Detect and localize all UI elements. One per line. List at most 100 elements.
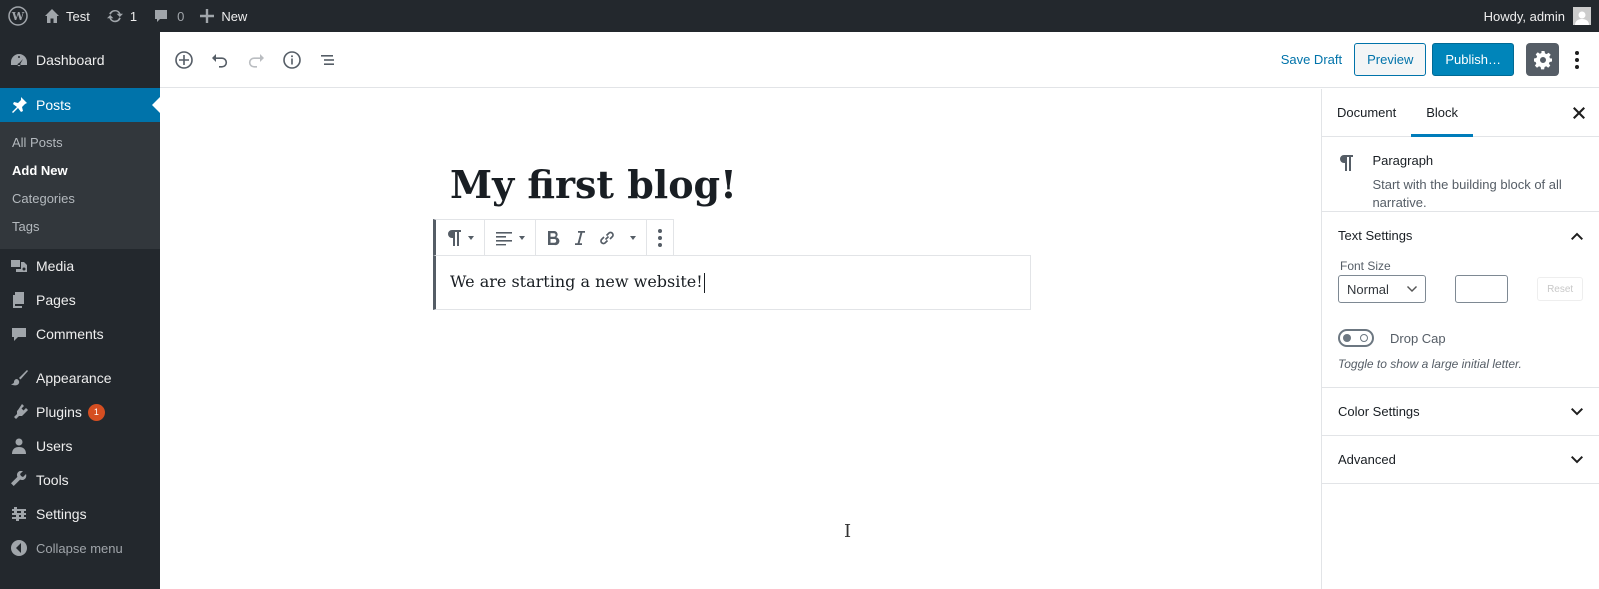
more-tools-button[interactable] (1565, 42, 1589, 78)
updates-link[interactable]: 1 (98, 0, 145, 32)
editor-canvas: My first blog! We are starting a new web… (160, 89, 1321, 589)
menu-media[interactable]: Media (0, 249, 160, 283)
wrench-icon (11, 471, 27, 486)
custom-font-size-input[interactable] (1454, 275, 1509, 303)
wp-logo-icon[interactable]: W (0, 0, 36, 32)
comments-link[interactable]: 0 (145, 0, 192, 32)
menu-tools[interactable]: Tools (0, 463, 160, 497)
site-name-link[interactable]: Test (36, 0, 98, 32)
dashboard-icon (11, 54, 27, 67)
add-block-button[interactable] (166, 42, 202, 78)
preview-button[interactable]: Preview (1354, 43, 1427, 76)
font-size-reset-button[interactable]: Reset (1537, 277, 1583, 301)
settings-sidebar: Document Block Paragraph Start with the … (1321, 89, 1599, 589)
paragraph-block[interactable]: We are starting a new website! (433, 255, 1031, 310)
text-settings-toggle[interactable]: Text Settings (1322, 212, 1599, 259)
admin-bar: W Test 1 0 New Howdy, admin (0, 0, 1599, 32)
submenu-add-new[interactable]: Add New (0, 157, 160, 185)
block-type-switcher[interactable] (440, 220, 480, 255)
plugins-update-badge: 1 (87, 403, 105, 421)
greeting[interactable]: Howdy, admin (1484, 9, 1565, 24)
redo-icon (248, 53, 264, 68)
block-options-button[interactable] (651, 220, 669, 255)
user-silhouette-icon (1575, 11, 1589, 25)
plugin-icon (14, 404, 28, 419)
tab-block[interactable]: Block (1411, 89, 1473, 137)
menu-users[interactable]: Users (0, 429, 160, 463)
block-toolbar (433, 219, 674, 256)
updates-count: 1 (129, 8, 138, 24)
color-settings-panel: Color Settings (1322, 388, 1599, 436)
menu-pages-label: Pages (36, 292, 76, 308)
info-icon (283, 50, 301, 69)
submenu-all-posts[interactable]: All Posts (0, 129, 160, 157)
color-settings-toggle[interactable]: Color Settings (1322, 388, 1599, 435)
menu-comments[interactable]: Comments (0, 317, 160, 351)
block-card-title: Paragraph (1372, 153, 1434, 168)
font-size-value: Normal (1347, 281, 1389, 297)
submenu-categories[interactable]: Categories (0, 185, 160, 213)
menu-tools-label: Tools (36, 472, 69, 488)
collapse-menu-label: Collapse menu (36, 540, 123, 556)
bold-icon (548, 230, 560, 245)
menu-pages[interactable]: Pages (0, 283, 160, 317)
users-icon (12, 438, 26, 454)
link-button[interactable] (592, 220, 622, 255)
menu-posts-label: Posts (36, 97, 72, 113)
avatar[interactable] (1573, 7, 1591, 25)
plus-icon (200, 9, 215, 23)
collapse-menu-button[interactable]: Collapse menu (0, 531, 160, 565)
home-icon (45, 9, 59, 23)
block-card-description: Start with the building block of all nar… (1372, 177, 1562, 210)
svg-text:W: W (11, 10, 25, 23)
chevron-down-icon (1571, 455, 1583, 463)
paragraph-text: We are starting a new website! (450, 272, 703, 291)
post-title[interactable]: My first blog! (450, 162, 737, 207)
text-align-dropdown[interactable] (489, 220, 531, 255)
vertical-ellipsis-icon (1575, 50, 1579, 69)
italic-button[interactable] (566, 220, 592, 255)
settings-toggle-button[interactable] (1526, 43, 1559, 76)
pushpin-icon (12, 97, 27, 113)
color-settings-title: Color Settings (1338, 404, 1420, 419)
save-draft-button[interactable]: Save Draft (1281, 52, 1342, 67)
font-size-select[interactable]: Normal (1338, 275, 1426, 303)
content-info-button[interactable] (274, 42, 310, 78)
admin-menu: Dashboard Posts All Posts Add New Catego… (0, 32, 160, 589)
mouse-ibeam-cursor-icon: I (844, 521, 852, 542)
menu-media-label: Media (36, 258, 75, 274)
text-caret (703, 272, 705, 293)
close-sidebar-button[interactable] (1559, 89, 1599, 136)
text-settings-panel: Text Settings Font Size Normal Reset Dro… (1322, 212, 1599, 388)
drop-cap-toggle[interactable] (1338, 329, 1374, 347)
comment-icon (155, 10, 168, 22)
menu-plugins-label: Plugins (36, 404, 82, 420)
chevron-down-icon (1571, 407, 1583, 415)
menu-appearance[interactable]: Appearance (0, 361, 160, 395)
menu-plugins[interactable]: Plugins 1 (0, 395, 160, 429)
more-formatting-dropdown[interactable] (622, 220, 642, 255)
list-outline-icon (321, 54, 334, 65)
menu-settings[interactable]: Settings (0, 497, 160, 531)
close-icon (1573, 106, 1585, 119)
block-navigation-button[interactable] (310, 42, 346, 78)
submenu-tags[interactable]: Tags (0, 213, 160, 241)
menu-posts[interactable]: Posts (0, 88, 160, 122)
undo-button[interactable] (202, 42, 238, 78)
redo-button[interactable] (238, 42, 274, 78)
publish-button[interactable]: Publish… (1432, 43, 1514, 76)
advanced-toggle[interactable]: Advanced (1322, 436, 1599, 483)
menu-dashboard[interactable]: Dashboard (0, 43, 160, 77)
undo-icon (212, 53, 228, 68)
menu-comments-label: Comments (36, 326, 104, 342)
drop-cap-label: Drop Cap (1390, 330, 1446, 346)
refresh-icon (106, 9, 123, 23)
bold-button[interactable] (540, 220, 566, 255)
vertical-ellipsis-icon (658, 228, 662, 247)
new-label: New (221, 8, 248, 24)
sidebar-tabs: Document Block (1322, 89, 1599, 137)
tab-document[interactable]: Document (1322, 89, 1411, 136)
advanced-title: Advanced (1338, 452, 1396, 467)
new-content-link[interactable]: New (192, 0, 255, 32)
pages-icon (13, 292, 24, 308)
